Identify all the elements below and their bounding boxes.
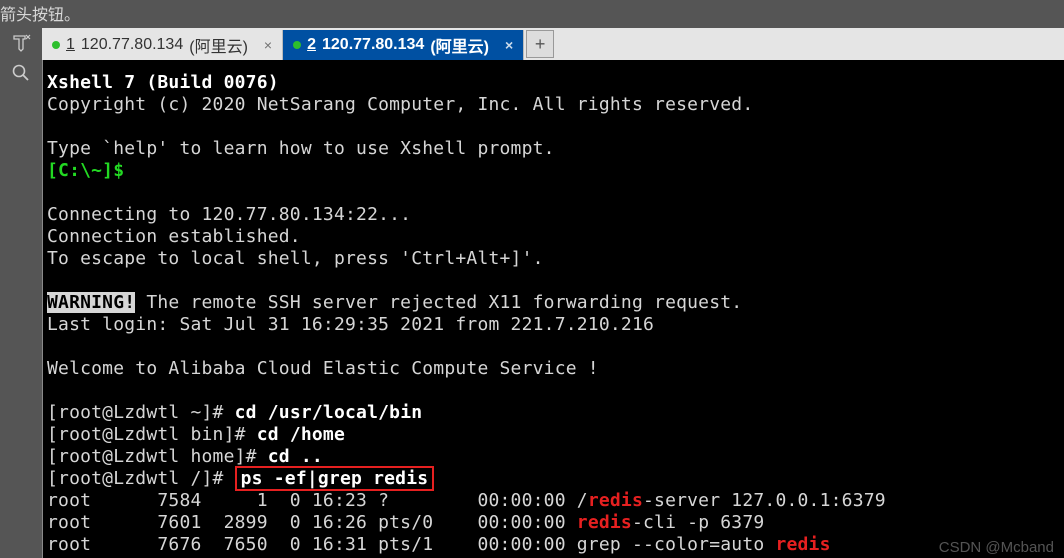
tab-ip: 120.77.80.134 [322,36,424,54]
close-icon[interactable]: × [264,37,272,53]
term-prompt: [root@Lzdwtl /]# [47,468,235,489]
terminal-pane[interactable]: Xshell 7 (Build 0076) Copyright (c) 2020… [43,60,1064,558]
tab-index: 2 [307,36,316,54]
term-match: redis [588,490,643,511]
term-prompt: [root@Lzdwtl home]# [47,446,268,467]
term-line: Last login: Sat Jul 31 16:29:35 2021 fro… [47,314,654,335]
status-dot-icon [52,41,60,49]
term-line: Connection established. [47,226,301,247]
window-header-text: 箭头按钮。 [0,1,80,25]
close-icon[interactable]: × [505,37,513,53]
tab-index: 1 [66,36,75,54]
term-cmd: cd /usr/local/bin [235,402,423,423]
term-line: Xshell 7 (Build 0076) [47,72,279,93]
tab-session-1[interactable]: 1 120.77.80.134 (阿里云) × [42,30,283,60]
tab-bar: 1 120.77.80.134 (阿里云) × 2 120.77.80.134 … [42,28,1064,60]
term-cmd: cd .. [268,446,323,467]
term-match: redis [577,512,632,533]
term-prompt: [root@Lzdwtl ~]# [47,402,235,423]
term-warning: WARNING! [47,292,135,313]
term-line: Welcome to Alibaba Cloud Elastic Compute… [47,358,599,379]
term-cmd-highlighted: ps -ef|grep redis [235,466,435,491]
left-sidebar [0,28,42,85]
term-prompt: [C:\~]$ [47,160,124,181]
pin-icon[interactable] [3,31,39,55]
search-icon[interactable] [3,61,39,85]
term-line: Copyright (c) 2020 NetSarang Computer, I… [47,94,753,115]
status-dot-icon [293,41,301,49]
term-out: root 7601 2899 0 16:26 pts/0 00:00:00 [47,512,577,533]
term-line: The remote SSH server rejected X11 forwa… [135,292,742,313]
term-out: -server 127.0.0.1:6379 [643,490,886,511]
term-line: Type `help' to learn how to use Xshell p… [47,138,555,159]
term-out: -cli -p 6379 [632,512,764,533]
new-tab-button[interactable]: + [526,30,554,58]
term-line: Connecting to 120.77.80.134:22... [47,204,411,225]
term-line: To escape to local shell, press 'Ctrl+Al… [47,248,544,269]
tab-ip: 120.77.80.134 [81,36,183,54]
tab-suffix: (阿里云) [430,33,489,57]
tab-suffix: (阿里云) [189,33,248,57]
term-out: root 7676 7650 0 16:31 pts/1 00:00:00 gr… [47,534,775,555]
term-cmd: cd /home [257,424,345,445]
tab-session-2[interactable]: 2 120.77.80.134 (阿里云) × [283,30,524,60]
term-prompt: [root@Lzdwtl bin]# [47,424,257,445]
term-match: redis [775,534,830,555]
watermark-text: CSDN @Mcband [939,539,1054,556]
term-out: root 7584 1 0 16:23 ? 00:00:00 / [47,490,588,511]
